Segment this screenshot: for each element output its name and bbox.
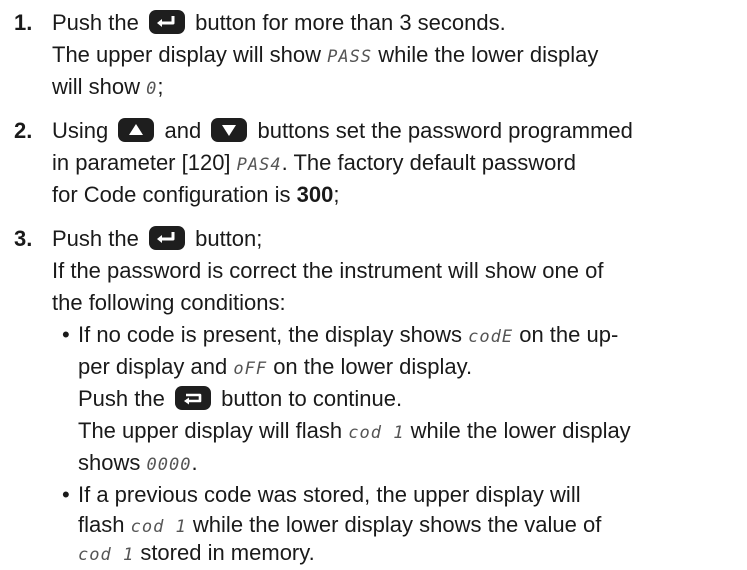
step2-line2: in parameter [120] PAS4. The factory def…	[52, 148, 576, 180]
step-number-1: 1.	[14, 10, 33, 35]
down-arrow-key-icon	[211, 118, 248, 142]
display-readout-pas4: PAS4	[236, 155, 282, 175]
bullet1-line3: Push the button to continue.	[78, 384, 402, 414]
step1-text: ;	[157, 74, 164, 99]
step2-text: ;	[333, 182, 340, 207]
step2-text: . The factory default password	[281, 150, 576, 175]
step2-line1: Using and buttons set the password progr…	[52, 116, 633, 146]
step2-text: and	[164, 118, 202, 143]
bullet1-text: per display and	[78, 354, 228, 379]
step1-line1: Push the button for more than 3 seconds.	[52, 8, 506, 38]
enter-key-icon	[148, 226, 185, 250]
step1-line2: The upper display will show PASS while t…	[52, 40, 598, 72]
step2-text: buttons set the password programmed	[257, 118, 633, 143]
step2-text: Using	[52, 118, 109, 143]
step2-text: in parameter [120]	[52, 150, 231, 175]
display-readout-zero: 0	[146, 79, 158, 99]
bullet2-line1: If a previous code was stored, the upper…	[78, 482, 581, 507]
bullet2-line3: cod 1 stored in memory.	[78, 538, 315, 570]
step3-line2: If the password is correct the instrumen…	[52, 258, 604, 283]
display-readout-off: oFF	[233, 359, 268, 379]
step1-text: The upper display will show	[52, 42, 322, 67]
step1-text: will show	[52, 74, 141, 99]
bullet2-text: stored in memory.	[140, 540, 315, 565]
step3-line3: the following conditions:	[52, 290, 286, 315]
default-password-value: 300	[296, 182, 334, 207]
display-readout-0000: 0000	[146, 455, 192, 475]
step2-text: for Code configuration is	[52, 182, 291, 207]
bullet2-text: while the lower display shows the value …	[192, 512, 602, 537]
bullet-2: •	[62, 482, 70, 507]
bullet1-text: on the lower display.	[273, 354, 473, 379]
step1-text: while the lower display	[378, 42, 599, 67]
display-readout-code: codE	[468, 327, 514, 347]
up-arrow-key-icon	[118, 118, 155, 142]
bullet1-line1: If no code is present, the display shows…	[78, 320, 618, 352]
bullet1-text: button to continue.	[221, 386, 403, 411]
loop-key-icon	[174, 386, 211, 410]
step-number-3: 3.	[14, 226, 33, 251]
step3-text: Push the	[52, 226, 139, 251]
bullet1-text: The upper display will flash	[78, 418, 343, 443]
step3-line1: Push the button;	[52, 224, 262, 254]
bullet1-text: on the up-	[519, 322, 619, 347]
display-readout-cod1: cod 1	[78, 545, 135, 565]
bullet1-text: shows	[78, 450, 141, 475]
bullet1-line5: shows 0000.	[78, 448, 198, 480]
bullet1-line4: The upper display will flash cod 1 while…	[78, 416, 631, 448]
step3-text: button;	[195, 226, 263, 251]
bullet1-text: Push the	[78, 386, 165, 411]
display-readout-cod1: cod 1	[348, 423, 405, 443]
step1-text: Push the	[52, 10, 139, 35]
bullet-1: •	[62, 322, 70, 347]
bullet1-text: .	[191, 450, 198, 475]
bullet1-line2: per display and oFF on the lower display…	[78, 352, 472, 384]
display-readout-pass: PASS	[327, 47, 373, 67]
bullet1-text: If no code is present, the display shows	[78, 322, 462, 347]
bullet1-text: while the lower display	[410, 418, 631, 443]
step1-line3: will show 0;	[52, 72, 164, 104]
enter-key-icon	[148, 10, 185, 34]
bullet2-text: flash	[78, 512, 125, 537]
step2-line3: for Code configuration is 300;	[52, 180, 339, 210]
display-readout-cod1: cod 1	[130, 517, 187, 537]
step-number-2: 2.	[14, 118, 33, 143]
step1-text: button for more than 3 seconds.	[195, 10, 506, 35]
